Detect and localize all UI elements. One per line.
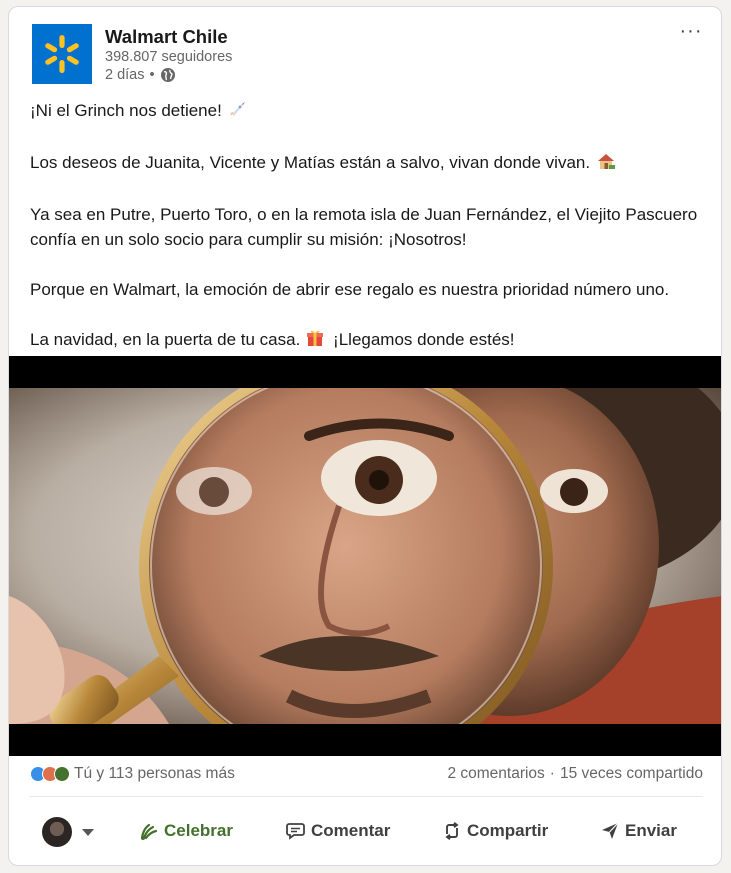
more-options-button[interactable]: ··· — [675, 21, 707, 47]
reaction-icons — [30, 766, 70, 782]
social-counts: Tú y 113 personas más 2 comentarios · 15… — [30, 765, 703, 789]
shares-count[interactable]: 15 veces compartido — [560, 765, 703, 783]
post-time: 2 días — [105, 67, 145, 83]
post-line-1: ¡Ni el Grinch nos detiene! — [30, 101, 222, 120]
comments-count[interactable]: 2 comentarios — [447, 765, 544, 783]
reactions-text: Tú y 113 personas más — [74, 765, 235, 782]
post-line-3: Ya sea en Putre, Puerto Toro, o en la re… — [30, 205, 698, 249]
celebrate-icon — [140, 822, 158, 840]
celebrate-button[interactable]: Celebrar — [140, 821, 233, 841]
post-line-2: Los deseos de Juanita, Vicente y Matías … — [30, 153, 591, 172]
walmart-logo[interactable] — [32, 24, 92, 84]
reactions-summary[interactable]: Tú y 113 personas más — [30, 765, 235, 783]
post-header: Walmart Chile 398.807 seguidores 2 días … — [9, 7, 721, 95]
post-line-5a: La navidad, en la puerta de tu casa. — [30, 330, 301, 349]
send-button[interactable]: Enviar — [601, 821, 677, 841]
avatar — [42, 817, 72, 847]
comment-button[interactable]: Comentar — [286, 821, 390, 841]
comment-icon — [286, 822, 305, 840]
repost-icon — [443, 822, 461, 840]
divider — [30, 796, 703, 797]
rocket-emoji — [228, 100, 248, 125]
author-name[interactable]: Walmart Chile — [105, 26, 228, 48]
meta-separator: • — [149, 67, 155, 83]
send-icon — [601, 822, 619, 840]
gift-emoji — [306, 329, 324, 354]
post-line-4: Porque en Walmart, la emoción de abrir e… — [30, 280, 670, 299]
comment-label: Comentar — [311, 821, 391, 840]
celebrate-label: Celebrar — [164, 821, 233, 840]
action-bar: Celebrar Comentar Compartir Enviar — [9, 810, 721, 854]
stats-separator: · — [549, 765, 555, 782]
globe-icon — [160, 67, 176, 83]
post-body: ¡Ni el Grinch nos detiene! Los deseos de… — [30, 98, 710, 379]
walmart-spark-icon — [45, 35, 79, 73]
house-emoji — [596, 152, 616, 177]
share-button[interactable]: Compartir — [443, 821, 548, 841]
post-meta: 2 días • — [105, 67, 176, 83]
actor-switcher[interactable] — [42, 817, 94, 847]
post-line-5b: ¡Llegamos donde estés! — [333, 330, 515, 349]
video-frame-magnifier — [9, 356, 721, 756]
engagement-stats: 2 comentarios · 15 veces compartido — [447, 765, 703, 783]
follower-count: 398.807 seguidores — [105, 49, 233, 65]
chevron-down-icon — [82, 828, 94, 836]
post-card: Walmart Chile 398.807 seguidores 2 días … — [8, 6, 722, 866]
share-label: Compartir — [467, 821, 549, 840]
video-player[interactable] — [9, 356, 721, 756]
celebrate-reaction-icon — [54, 766, 70, 782]
send-label: Enviar — [625, 821, 677, 840]
